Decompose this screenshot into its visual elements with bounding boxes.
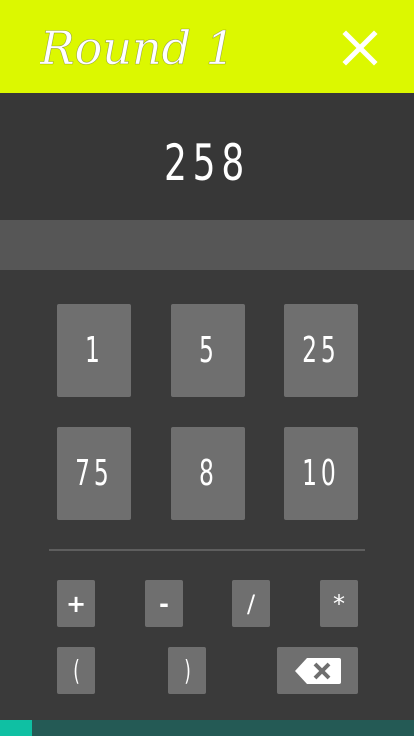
number-tile-label: 8 xyxy=(198,453,218,494)
divider xyxy=(49,549,365,551)
close-paren-label: ) xyxy=(183,654,191,687)
open-paren-label: ( xyxy=(72,654,80,687)
svg-text:Round 1: Round 1 xyxy=(40,21,235,75)
minus-button[interactable]: - xyxy=(145,580,183,627)
number-tile-label: 75 xyxy=(75,453,113,494)
backspace-button[interactable] xyxy=(277,647,358,694)
progress-fill xyxy=(0,720,32,736)
divide-label: / xyxy=(246,589,256,618)
target-number: 258 xyxy=(164,134,250,192)
number-tile-5[interactable]: 8 xyxy=(171,427,245,520)
number-tile-label: 10 xyxy=(302,453,340,494)
plus-label: + xyxy=(65,589,87,618)
number-tile-3[interactable]: 25 xyxy=(284,304,358,397)
multiply-label: * xyxy=(333,589,345,618)
close-icon[interactable] xyxy=(338,26,382,70)
close-button[interactable] xyxy=(338,26,382,70)
number-tile-2[interactable]: 5 xyxy=(171,304,245,397)
close-paren-button[interactable]: ) xyxy=(168,647,206,694)
open-paren-button[interactable]: ( xyxy=(57,647,95,694)
number-tile-4[interactable]: 75 xyxy=(57,427,131,520)
plus-button[interactable]: + xyxy=(57,580,95,627)
round-title: Round 1 xyxy=(40,21,235,76)
backspace-icon[interactable] xyxy=(293,656,343,686)
divide-button[interactable]: / xyxy=(232,580,270,627)
target-area: 258 xyxy=(0,93,414,220)
progress-bar xyxy=(0,720,414,736)
minus-label: - xyxy=(159,589,169,618)
multiply-button[interactable]: * xyxy=(320,580,358,627)
number-tile-6[interactable]: 10 xyxy=(284,427,358,520)
number-tile-label: 25 xyxy=(302,330,340,371)
number-tile-1[interactable]: 1 xyxy=(57,304,131,397)
expression-display xyxy=(0,220,414,270)
number-tile-label: 5 xyxy=(198,330,218,371)
number-tile-label: 1 xyxy=(84,330,104,371)
header-bar: Round 1 xyxy=(0,0,414,93)
